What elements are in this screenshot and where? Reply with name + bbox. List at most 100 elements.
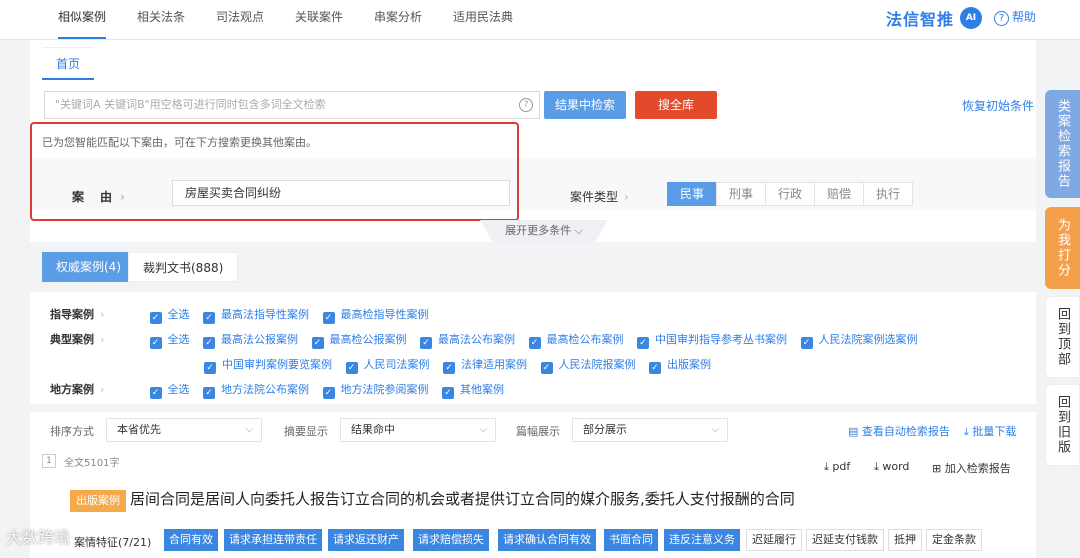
chevron-down-icon: ⌵ xyxy=(711,424,719,435)
tab-case-series[interactable]: 串案分析 xyxy=(374,0,422,40)
search-input[interactable]: "关键词A 关键词B"用空格可进行同时包含多词全文检索 ? xyxy=(44,91,540,119)
pdf-download[interactable]: ⤓ pdf xyxy=(824,460,850,474)
feature-tag[interactable]: 违反注意义务 xyxy=(664,529,740,551)
sort-select[interactable]: 本省优先 ⌵ xyxy=(106,418,262,442)
tab-related-laws[interactable]: 相关法条 xyxy=(137,0,185,40)
length-label: 篇幅展示 xyxy=(516,425,560,438)
checkbox-item[interactable]: ✓ 最高检指导性案例 xyxy=(322,306,429,324)
filter-row-local: 地方案例 › ✓ 全选 ✓ 地方法院公布案例 ✓ 地方法院参阅案例 ✓ 其他案例 xyxy=(50,381,514,399)
checkbox-item[interactable]: ✓ 全选 xyxy=(149,331,190,349)
features-label: 案情特征(7/21) xyxy=(74,536,152,549)
check-icon: ✓ xyxy=(443,362,455,374)
check-icon: ✓ xyxy=(203,337,215,349)
old-version-button[interactable]: 回到旧版 xyxy=(1045,384,1080,466)
checkbox-item[interactable]: ✓ 最高检公布案例 xyxy=(528,331,624,349)
rate-us-button[interactable]: 为我打分 xyxy=(1045,207,1080,289)
tab-judicial-views[interactable]: 司法观点 xyxy=(216,0,264,40)
checkbox-item[interactable]: ✓ 地方法院公布案例 xyxy=(203,381,309,399)
sort-bar: 排序方式 本省优先 ⌵ 摘要显示 结果命中 ⌵ 篇幅展示 部分展示 ⌵ ▤ 查看自动检… xyxy=(30,412,1036,448)
summary-label: 摘要显示 xyxy=(284,425,328,438)
chevron-right-icon: › xyxy=(100,308,105,321)
checkbox-item[interactable]: ✓ 地方法院参阅案例 xyxy=(322,381,429,399)
checkbox-item[interactable]: ✓ 法律适用案例 xyxy=(443,356,527,374)
checkbox-item[interactable]: ✓ 全选 xyxy=(149,306,190,324)
checkbox-item[interactable]: ✓ 中国审判指导参考丛书案例 xyxy=(637,331,787,349)
checkbox-item[interactable]: ✓ 最高检公报案例 xyxy=(311,331,407,349)
result-title[interactable]: 居间合同是居间人向委托人报告订立合同的机会或者提供订立合同的媒介服务,委托人支付… xyxy=(130,488,795,509)
checkbox-item[interactable]: ✓ 中国审判案例要览案例 xyxy=(204,356,332,374)
search-all-button[interactable]: 搜全库 xyxy=(635,91,717,119)
check-icon: ✓ xyxy=(203,387,215,399)
reset-conditions-link[interactable]: 恢复初始条件 xyxy=(962,97,1034,114)
add-report-button[interactable]: ⊞ 加入检索报告 xyxy=(932,460,1011,476)
batch-download-link[interactable]: ⤓ 批量下载 xyxy=(964,423,1016,439)
checkbox-item[interactable]: ✓ 人民司法案例 xyxy=(345,356,430,374)
feature-tag[interactable]: 书面合同 xyxy=(604,529,658,551)
case-type-execution[interactable]: 执行 xyxy=(863,182,913,206)
tab-judgments[interactable]: 裁判文书(888) xyxy=(128,252,238,282)
tab-related-cases[interactable]: 关联案件 xyxy=(295,0,343,40)
case-type-compensation[interactable]: 赔偿 xyxy=(814,182,864,206)
search-placeholder: "关键词A 关键词B"用空格可进行同时包含多词全文检索 xyxy=(55,98,326,111)
filter-row-typical-2: ✓ 中国审判案例要览案例 ✓ 人民司法案例 ✓ 法律适用案例 ✓ 人民法院报案例 ✓ 出版… xyxy=(204,356,721,374)
feature-tag[interactable]: 合同有效 xyxy=(164,529,218,551)
checkbox-item[interactable]: ✓ 其他案例 xyxy=(442,381,504,399)
auto-report-link[interactable]: ▤ 查看自动检索报告 xyxy=(848,423,950,439)
check-icon: ✓ xyxy=(649,362,661,374)
feature-tag[interactable]: 迟延履行 xyxy=(746,529,802,551)
case-type-criminal[interactable]: 刑事 xyxy=(716,182,766,206)
case-type-civil[interactable]: 民事 xyxy=(667,182,717,206)
expand-more-conditions[interactable]: 展开更多条件 ⌵ xyxy=(480,220,608,242)
check-icon: ✓ xyxy=(540,362,553,374)
checkbox-item[interactable]: ✓ 最高法公报案例 xyxy=(203,331,298,349)
check-icon: ✓ xyxy=(345,362,358,374)
tab-authoritative-cases[interactable]: 权威案例(4) xyxy=(42,252,128,282)
checkbox-item[interactable]: ✓ 最高法指导性案例 xyxy=(203,306,309,324)
case-report-button[interactable]: 类案检索报告 xyxy=(1045,90,1080,198)
back-to-top-button[interactable]: 回到顶部 xyxy=(1045,296,1080,378)
result-item: 1 全文5101字 ⤓ pdf ⤓ word ⊞ 加入检索报告 出版案例 居间合… xyxy=(30,448,1036,558)
fulltext-count: 全文5101字 xyxy=(64,458,120,469)
question-icon[interactable]: ? xyxy=(519,98,533,112)
feature-tag[interactable]: 抵押 xyxy=(888,529,922,551)
result-index[interactable]: 1 xyxy=(42,454,56,468)
feature-tag[interactable]: 定金条款 xyxy=(926,529,982,551)
chevron-down-icon: ⌵ xyxy=(479,424,487,435)
highlight-box xyxy=(30,122,519,221)
check-icon: ✓ xyxy=(800,337,813,349)
case-type-tabs: 民事 刑事 行政 赔偿 执行 xyxy=(667,182,913,206)
word-download[interactable]: ⤓ word xyxy=(874,460,909,474)
search-panel: 首页 "关键词A 关键词B"用空格可进行同时包含多词全文检索 ? 结果中检索 搜… xyxy=(30,40,1036,242)
chevron-down-icon: ⌵ xyxy=(245,424,253,435)
watermark: 大数跨境 xyxy=(6,528,71,547)
filter-row-guide: 指导案例 › ✓ 全选 ✓ 最高法指导性案例 ✓ 最高检指导性案例 xyxy=(50,306,439,324)
chevron-right-icon: › xyxy=(100,383,105,396)
download-icon: ⤓ xyxy=(824,460,829,473)
question-icon: ? xyxy=(994,11,1009,26)
length-select[interactable]: 部分展示 ⌵ xyxy=(572,418,728,442)
check-icon: ✓ xyxy=(311,337,324,349)
feature-tag[interactable]: 请求返还财产 xyxy=(328,529,404,551)
feature-tag[interactable]: 迟延支付钱款 xyxy=(806,529,884,551)
check-icon: ✓ xyxy=(637,337,649,349)
help-link[interactable]: ? 帮助 xyxy=(994,8,1036,26)
checkbox-item[interactable]: ✓ 最高法公布案例 xyxy=(420,331,515,349)
feature-tag[interactable]: 请求确认合同有效 xyxy=(498,529,596,551)
checkbox-item[interactable]: ✓ 出版案例 xyxy=(649,356,711,374)
tab-similar-cases[interactable]: 相似案例 xyxy=(58,0,107,39)
filter-row-typical: 典型案例 › ✓ 全选 ✓ 最高法公报案例 ✓ 最高检公报案例 ✓ 最高法公布案例 ✓ 最高… xyxy=(50,331,928,349)
checkbox-item[interactable]: ✓ 人民法院案例选案例 xyxy=(800,331,918,349)
tab-civil-code[interactable]: 适用民法典 xyxy=(453,0,513,40)
case-type-administrative[interactable]: 行政 xyxy=(765,182,815,206)
guide-label: 指导案例 › xyxy=(50,308,105,321)
feature-tag[interactable]: 请求赔偿损失 xyxy=(413,529,489,551)
summary-select[interactable]: 结果命中 ⌵ xyxy=(340,418,496,442)
search-in-results-button[interactable]: 结果中检索 xyxy=(544,91,626,119)
checkbox-item[interactable]: ✓ 人民法院报案例 xyxy=(540,356,636,374)
feature-tag[interactable]: 请求承担连带责任 xyxy=(224,529,322,551)
check-icon: ✓ xyxy=(442,387,454,399)
breadcrumb-home[interactable]: 首页 xyxy=(42,48,94,80)
checkbox-item[interactable]: ✓ 全选 xyxy=(149,381,190,399)
typical-label: 典型案例 › xyxy=(50,333,105,346)
check-icon: ✓ xyxy=(204,362,216,374)
